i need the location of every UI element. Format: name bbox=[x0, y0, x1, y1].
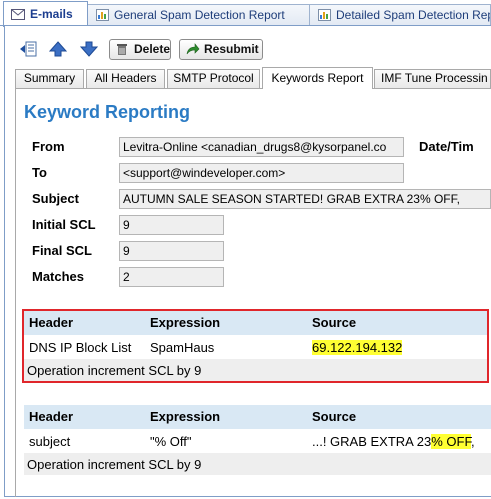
tab-smtp-protocol[interactable]: SMTP Protocol bbox=[167, 69, 260, 88]
source-text-tail: , bbox=[470, 433, 475, 449]
resubmit-button[interactable]: Resubmit bbox=[179, 39, 263, 60]
delete-button[interactable]: Delete bbox=[109, 39, 171, 60]
delete-label: Delete bbox=[134, 42, 171, 56]
matches-label: Matches bbox=[32, 269, 85, 284]
source-highlight: % OFF bbox=[431, 433, 471, 449]
table-header-row: Header Expression Source bbox=[24, 405, 491, 430]
source-text: ...! GRAB EXTRA 23 bbox=[312, 433, 432, 449]
resubmit-label: Resubmit bbox=[204, 42, 259, 56]
cell-header: subject bbox=[24, 429, 145, 453]
subject-label: Subject bbox=[32, 191, 79, 206]
from-label: From bbox=[32, 139, 65, 154]
report-tab-icon bbox=[96, 9, 109, 21]
from-field[interactable]: Levitra-Online <canadian_drugs8@kysorpan… bbox=[119, 137, 404, 157]
arrow-down-icon[interactable] bbox=[80, 40, 98, 58]
cell-source: ...! GRAB EXTRA 23% OFF, bbox=[307, 429, 491, 453]
arrow-up-icon[interactable] bbox=[49, 40, 67, 58]
report-tab-icon bbox=[318, 9, 331, 21]
to-field[interactable]: <support@windeveloper.com> bbox=[119, 163, 404, 183]
final-scl-field[interactable]: 9 bbox=[119, 241, 224, 261]
operation-row: Operation increment SCL by 9 bbox=[24, 453, 491, 475]
final-scl-label: Final SCL bbox=[32, 243, 92, 258]
col-expression: Expression bbox=[145, 405, 307, 430]
tab-all-headers[interactable]: All Headers bbox=[86, 69, 165, 88]
mail-tab-icon bbox=[11, 9, 25, 20]
highlight-frame bbox=[22, 309, 489, 383]
resubmit-icon bbox=[186, 43, 200, 55]
col-source: Source bbox=[307, 405, 491, 430]
initial-scl-field[interactable]: 9 bbox=[119, 215, 224, 235]
table-row: subject "% Off" ...! GRAB EXTRA 23% OFF, bbox=[24, 429, 491, 453]
tab-summary[interactable]: Summary bbox=[15, 69, 84, 88]
initial-scl-label: Initial SCL bbox=[32, 217, 96, 232]
trash-icon bbox=[117, 44, 127, 55]
tab-label: E-mails bbox=[30, 7, 73, 21]
subject-field[interactable]: AUTUMN SALE SEASON STARTED! GRAB EXTRA 2… bbox=[119, 189, 491, 209]
matches-field[interactable]: 2 bbox=[119, 267, 224, 287]
keyword-table-2: Header Expression Source subject "% Off"… bbox=[24, 405, 491, 475]
tab-label: General Spam Detection Report bbox=[114, 8, 285, 22]
col-header: Header bbox=[24, 405, 145, 430]
tab-imf-tune[interactable]: IMF Tune Processin bbox=[374, 69, 491, 88]
tab-keywords-report[interactable]: Keywords Report bbox=[262, 67, 373, 89]
datetime-label: Date/Tim bbox=[419, 139, 474, 154]
tab-detailed-spam-report[interactable]: Detailed Spam Detection Rep bbox=[309, 4, 491, 26]
page-title: Keyword Reporting bbox=[24, 102, 191, 122]
top-tab-strip: General Spam Detection Report Detailed S… bbox=[0, 0, 491, 27]
cell-expression: "% Off" bbox=[145, 429, 307, 453]
to-label: To bbox=[32, 165, 47, 180]
tab-emails[interactable]: E-mails bbox=[3, 1, 88, 27]
tab-general-spam-report[interactable]: General Spam Detection Report bbox=[87, 4, 311, 26]
operation-text: Operation increment SCL by 9 bbox=[24, 453, 491, 475]
tab-label: Detailed Spam Detection Rep bbox=[336, 8, 491, 22]
move-icon[interactable] bbox=[19, 40, 37, 58]
